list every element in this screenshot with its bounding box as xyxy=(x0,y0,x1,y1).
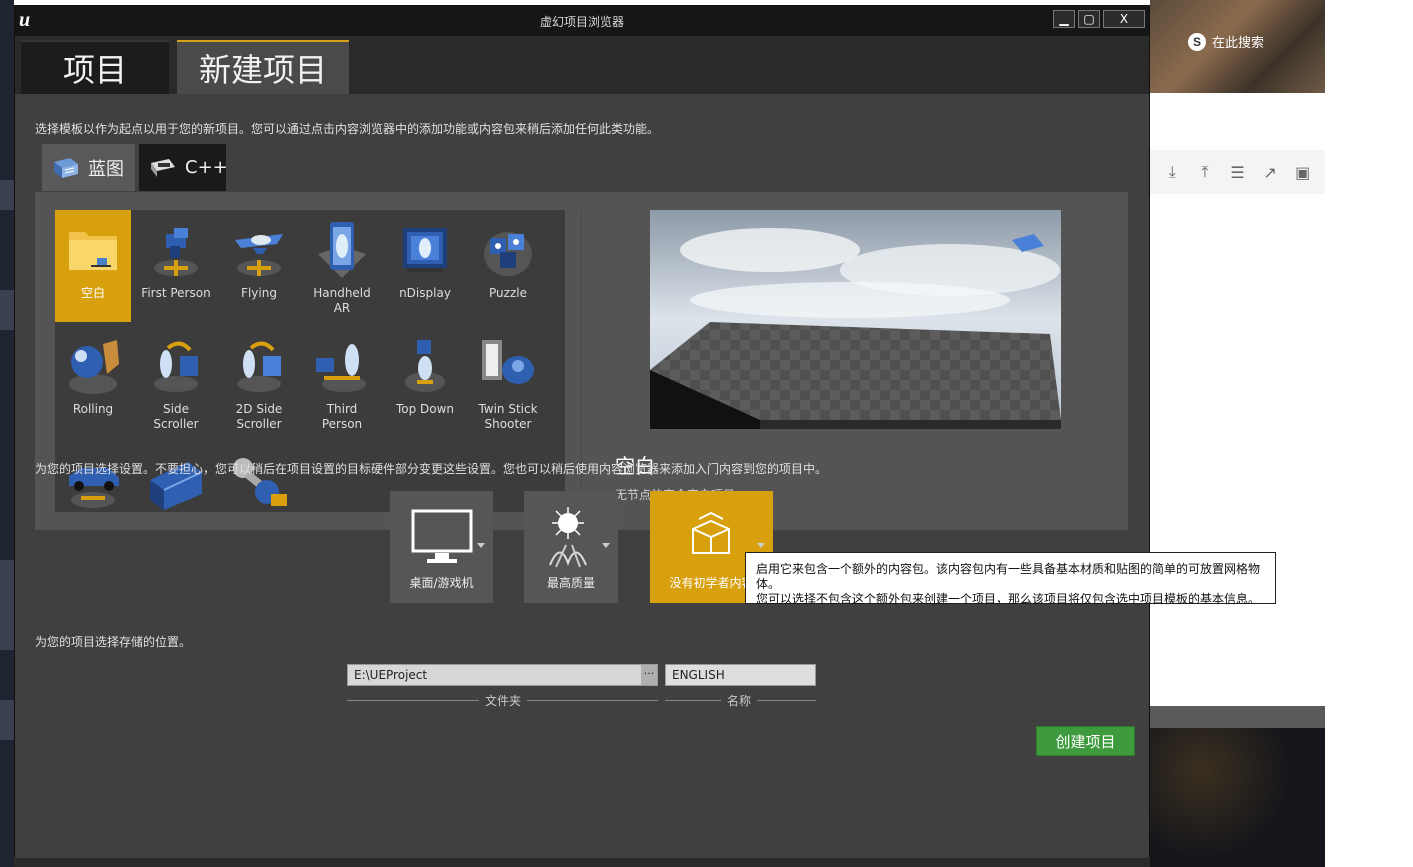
template-side-scroller[interactable]: Side Scroller xyxy=(138,326,214,438)
template-robot[interactable] xyxy=(221,442,297,512)
template-label: Top Down xyxy=(395,402,455,416)
template-label: First Person xyxy=(141,286,211,300)
background-search-label: 在此搜索 xyxy=(1212,35,1265,50)
chevron-down-icon xyxy=(602,543,610,548)
template-label: 2D Side Scroller xyxy=(235,402,283,431)
cpp-icon xyxy=(149,155,177,181)
template-ndisplay[interactable]: nDisplay xyxy=(387,210,463,322)
template-label: Third Person xyxy=(321,402,363,431)
share-icon[interactable]: ↗ xyxy=(1259,161,1281,183)
blueprint-icon xyxy=(52,155,80,181)
template-description: 选择模板以作为起点以用于您的新项目。您可以通过点击内容浏览器中的添加功能或内容包… xyxy=(35,122,660,136)
template-preview-image xyxy=(650,210,1061,429)
rolling-icon xyxy=(61,334,125,398)
template-label: Rolling xyxy=(72,402,114,416)
quality-icon xyxy=(524,505,618,571)
starter-content-tooltip: 启用它来包含一个额外的内容包。该内容包内有一些具备基本材质和贴图的简单的可放置网… xyxy=(745,552,1276,606)
template-twin-stick-shooter[interactable]: Twin Stick Shooter xyxy=(470,326,546,438)
template-first-person[interactable]: First Person xyxy=(138,210,214,322)
quality-label: 最高质量 xyxy=(546,576,595,590)
list-icon[interactable]: ☰ xyxy=(1226,161,1248,183)
template-vr[interactable] xyxy=(138,442,214,512)
template-label: nDisplay xyxy=(399,286,451,300)
close-button[interactable]: X xyxy=(1103,10,1145,28)
tab-cpp[interactable]: C++ xyxy=(139,144,228,191)
top-down-icon xyxy=(393,334,457,398)
twin-stick-shooter-icon xyxy=(476,334,540,398)
hardware-target-selector[interactable]: 桌面/游戏机 xyxy=(390,491,493,603)
settings-description: 为您的项目选择设置。不要担心，您可以稍后在项目设置的目标硬件部分变更这些设置。您… xyxy=(35,462,828,476)
chevron-down-icon xyxy=(757,543,765,548)
minimize-button[interactable]: ▁ xyxy=(1053,10,1075,28)
template-label: Flying xyxy=(241,286,277,300)
hardware-target-label: 桌面/游戏机 xyxy=(409,576,474,590)
template-flying[interactable]: Flying xyxy=(221,210,297,322)
template-top-down[interactable]: Top Down xyxy=(387,326,463,438)
puzzle-icon xyxy=(476,218,540,282)
download-icon[interactable]: ⤓ xyxy=(1161,161,1183,183)
first-person-icon xyxy=(144,218,208,282)
template-panel: 空白 First Person Flying Handheld AR nDisp… xyxy=(35,192,1128,530)
template-label: Puzzle xyxy=(489,286,527,300)
template-puzzle[interactable]: Puzzle xyxy=(470,210,546,322)
background-toolbar: ⤓ ⤒ ☰ ↗ ▣ xyxy=(1150,150,1325,194)
desktop-left-strip xyxy=(0,0,14,867)
tab-blueprint[interactable]: 蓝图 xyxy=(42,144,135,191)
template-2d-side-scroller[interactable]: 2D Side Scroller xyxy=(221,326,297,438)
project-name-input[interactable]: ENGLISH xyxy=(665,664,816,686)
template-label: Handheld AR xyxy=(313,286,371,315)
template-label: 空白 xyxy=(80,286,105,300)
tab-projects[interactable]: 项目 xyxy=(21,40,169,94)
project-browser-window: u 虚幻项目浏览器 ▁ ▢ X 项目 新建项目 选择模板以作为起点以用于您的新项… xyxy=(14,5,1276,858)
quality-selector[interactable]: 最高质量 xyxy=(524,491,618,603)
background-window-thumbnail: S 在此搜索 xyxy=(1150,0,1325,93)
folder-caption: 文件夹 xyxy=(479,692,528,709)
maximize-button[interactable]: ▢ xyxy=(1078,10,1100,28)
handheld-ar-icon xyxy=(310,218,374,282)
background-search[interactable]: S 在此搜索 xyxy=(1188,32,1264,51)
window-title: 虚幻项目浏览器 xyxy=(539,15,624,29)
ndisplay-icon xyxy=(393,218,457,282)
background-image xyxy=(1150,706,1325,867)
third-person-icon xyxy=(310,334,374,398)
template-label: Twin Stick Shooter xyxy=(478,402,538,431)
flying-icon xyxy=(227,218,291,282)
title-bar[interactable]: u 虚幻项目浏览器 ▁ ▢ X xyxy=(15,6,1149,36)
location-description: 为您的项目选择存储的位置。 xyxy=(35,635,192,649)
folder-path-input[interactable]: E:\UEProject xyxy=(347,664,658,686)
template-handheld-ar[interactable]: Handheld AR xyxy=(304,210,380,322)
tooltip-line-2: 您可以选择不包含这个额外包来创建一个项目，那么该项目将仅包含选中项目模板的基本信… xyxy=(756,592,1261,606)
template-vehicle[interactable] xyxy=(55,442,131,512)
tooltip-line-1: 启用它来包含一个额外的内容包。该内容包内有一些具备基本材质和贴图的简单的可放置网… xyxy=(756,562,1261,591)
browse-folder-button[interactable]: ··· xyxy=(641,665,657,685)
template-label: Side Scroller xyxy=(153,402,199,431)
monitor-icon xyxy=(390,505,493,571)
main-tab-bar: 项目 新建项目 xyxy=(15,36,1149,94)
2d-side-scroller-icon xyxy=(227,334,291,398)
name-caption: 名称 xyxy=(721,692,758,709)
save-icon[interactable]: ▣ xyxy=(1292,161,1314,183)
template-rolling[interactable]: Rolling xyxy=(55,326,131,438)
create-project-button[interactable]: 创建项目 xyxy=(1036,726,1135,756)
tab-cpp-label: C++ xyxy=(185,157,228,178)
template-blank[interactable]: 空白 xyxy=(55,210,131,322)
chevron-down-icon xyxy=(477,543,485,548)
template-third-person[interactable]: Third Person xyxy=(304,326,380,438)
upload-icon[interactable]: ⤒ xyxy=(1194,161,1216,183)
folder-icon xyxy=(61,218,125,282)
sogou-icon: S xyxy=(1188,32,1206,51)
tab-blueprint-label: 蓝图 xyxy=(88,158,124,180)
side-scroller-icon xyxy=(144,334,208,398)
tab-new-project[interactable]: 新建项目 xyxy=(177,40,349,94)
